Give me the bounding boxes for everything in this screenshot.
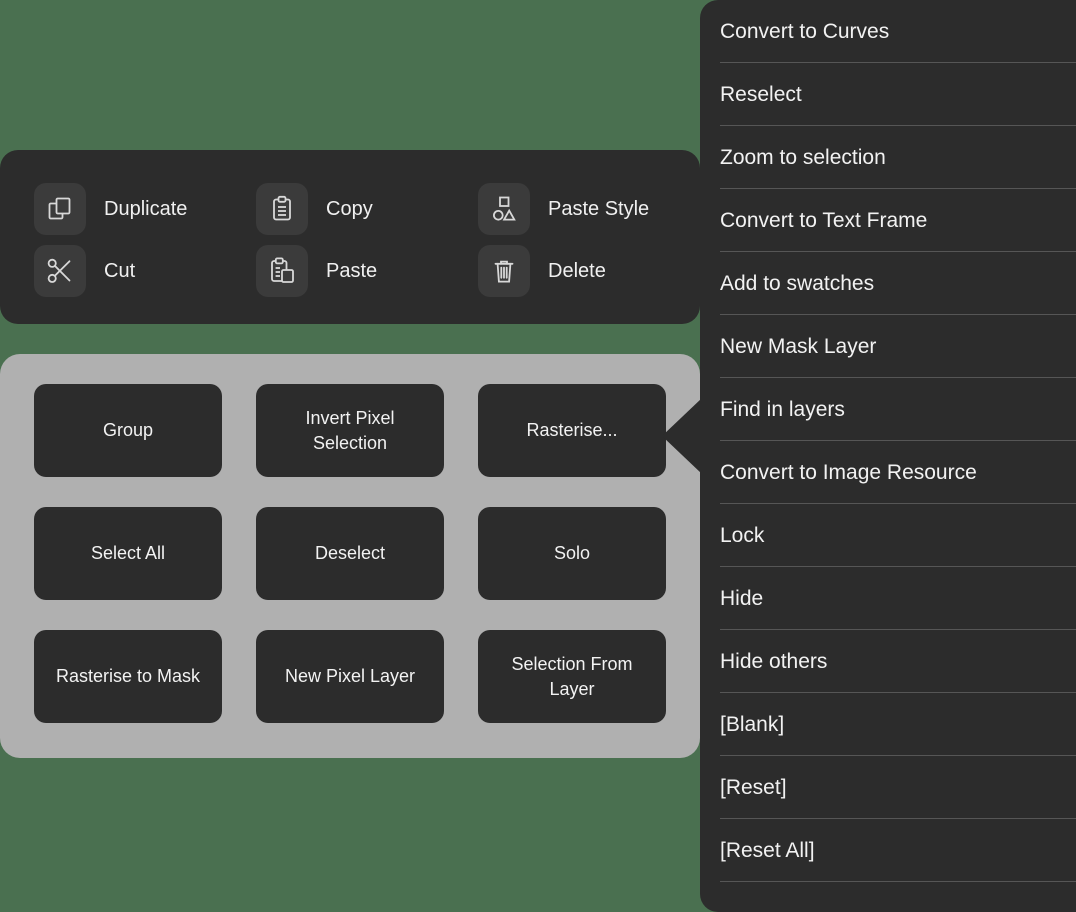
action-button-solo[interactable]: Solo	[478, 507, 666, 600]
clipboard-copy-icon	[256, 183, 308, 235]
clipboard-action-label: Delete	[548, 260, 606, 282]
clipboard-actions-grid: Duplicate Copy Paste Style Cut Paste Del…	[0, 178, 700, 302]
action-button-new-pixel-layer[interactable]: New Pixel Layer	[256, 630, 444, 723]
menu-item-convert-to-text-frame[interactable]: Convert to Text Frame	[700, 189, 1076, 252]
action-button-deselect[interactable]: Deselect	[256, 507, 444, 600]
menu-item-find-in-layers[interactable]: Find in layers	[700, 378, 1076, 441]
menu-item-lock[interactable]: Lock	[700, 504, 1076, 567]
menu-item-reset-all[interactable]: [Reset All]	[700, 819, 1076, 882]
menu-item-add-to-swatches[interactable]: Add to swatches	[700, 252, 1076, 315]
action-button-rasterise-to-mask[interactable]: Rasterise to Mask	[34, 630, 222, 723]
clipboard-action-cut[interactable]: Cut	[34, 240, 256, 302]
clipboard-action-label: Copy	[326, 198, 373, 220]
clipboard-action-label: Paste	[326, 260, 378, 282]
menu-item-hide[interactable]: Hide	[700, 567, 1076, 630]
clipboard-action-label: Cut	[104, 260, 136, 282]
clipboard-paste-icon	[256, 245, 308, 297]
action-button-selection-from-layer[interactable]: Selection From Layer	[478, 630, 666, 723]
menu-item-convert-to-image-resource[interactable]: Convert to Image Resource	[700, 441, 1076, 504]
menu-item-zoom-to-selection[interactable]: Zoom to selection	[700, 126, 1076, 189]
scissors-icon	[34, 245, 86, 297]
clipboard-action-paste-style[interactable]: Paste Style	[478, 178, 700, 240]
layer-actions-grid: Group Invert Pixel Selection Rasterise..…	[34, 384, 700, 723]
context-menu: Convert to Curves Reselect Zoom to selec…	[700, 0, 1076, 912]
clipboard-action-label: Paste Style	[548, 198, 650, 220]
paste-style-shapes-icon	[478, 183, 530, 235]
trash-icon	[478, 245, 530, 297]
clipboard-action-delete[interactable]: Delete	[478, 240, 700, 302]
menu-item-new-mask-layer[interactable]: New Mask Layer	[700, 315, 1076, 378]
menu-item-convert-to-curves[interactable]: Convert to Curves	[700, 0, 1076, 63]
clipboard-action-label: Duplicate	[104, 198, 188, 220]
menu-item-hide-others[interactable]: Hide others	[700, 630, 1076, 693]
menu-item-reselect[interactable]: Reselect	[700, 63, 1076, 126]
menu-item-blank[interactable]: [Blank]	[700, 693, 1076, 756]
action-button-invert-pixel-selection[interactable]: Invert Pixel Selection	[256, 384, 444, 477]
clipboard-action-copy[interactable]: Copy	[256, 178, 478, 240]
duplicate-icon	[34, 183, 86, 235]
clipboard-action-paste[interactable]: Paste	[256, 240, 478, 302]
action-button-rasterise[interactable]: Rasterise...	[478, 384, 666, 477]
action-button-group[interactable]: Group	[34, 384, 222, 477]
action-button-select-all[interactable]: Select All	[34, 507, 222, 600]
clipboard-actions-panel: Duplicate Copy Paste Style Cut Paste Del…	[0, 150, 700, 324]
layer-actions-panel: Group Invert Pixel Selection Rasterise..…	[0, 354, 700, 758]
menu-item-reset[interactable]: [Reset]	[700, 756, 1076, 819]
clipboard-action-duplicate[interactable]: Duplicate	[34, 178, 256, 240]
